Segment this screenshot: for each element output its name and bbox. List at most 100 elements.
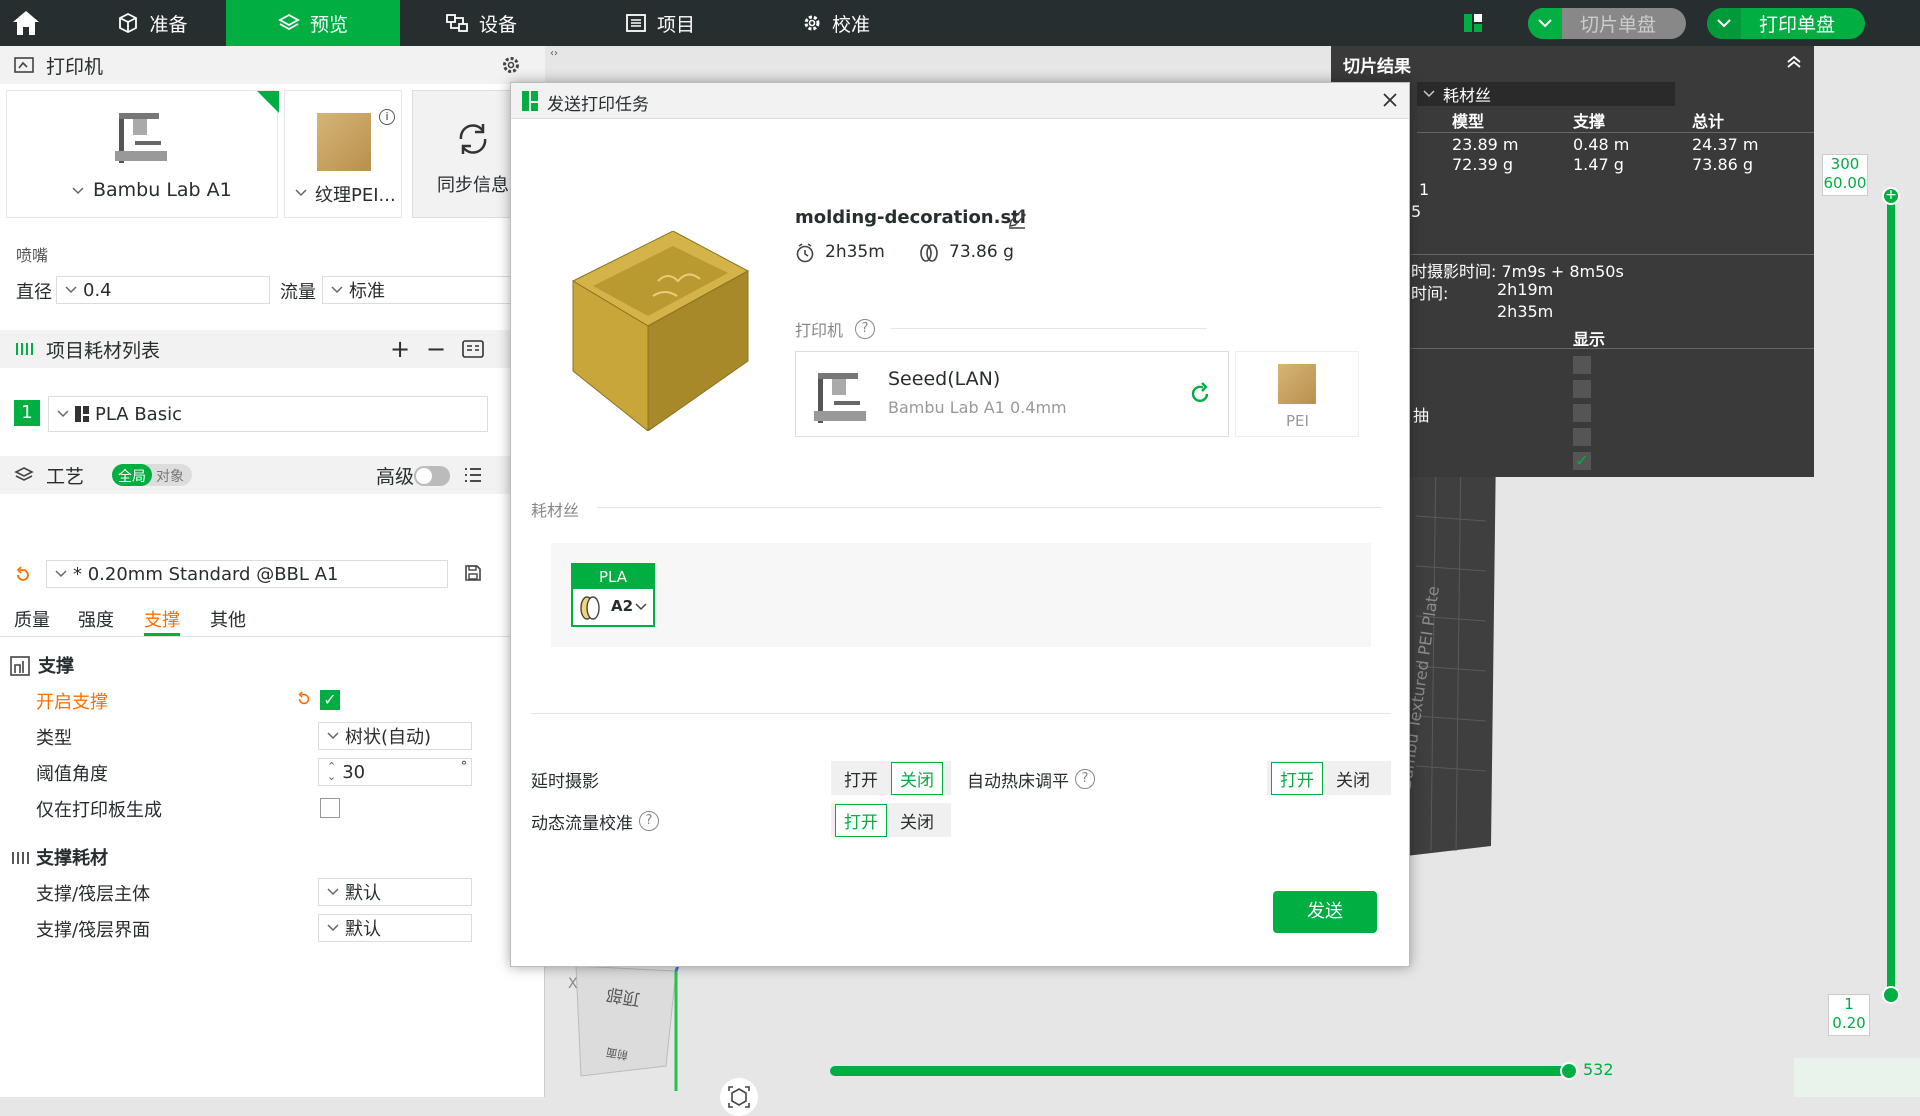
refresh-icon[interactable] bbox=[1188, 382, 1212, 406]
scope-global[interactable]: 全局 bbox=[112, 464, 152, 486]
timelapse-toggle[interactable]: 打开 关闭 bbox=[831, 761, 951, 795]
time-label: 时间: bbox=[1411, 284, 1449, 303]
only-plate-checkbox[interactable] bbox=[320, 798, 340, 818]
scope-object[interactable]: 对象 bbox=[152, 464, 188, 486]
display-checkbox-5[interactable]: ✓ bbox=[1573, 452, 1591, 470]
process-preset-combo[interactable]: * 0.20mm Standard @BBL A1 bbox=[46, 560, 448, 588]
reset-icon[interactable] bbox=[296, 691, 312, 707]
printer-header-label: 打印机 bbox=[46, 55, 104, 78]
layer-top-label: 300 60.00 bbox=[1822, 154, 1868, 196]
list-icon bbox=[626, 14, 646, 32]
plate-name: 纹理PEI... bbox=[315, 185, 396, 206]
only-plate-label: 仅在打印板生成 bbox=[36, 800, 162, 821]
bed-leveling-toggle[interactable]: 打开 关闭 bbox=[1267, 761, 1391, 795]
layer-bottom-label: 1 0.20 bbox=[1828, 994, 1870, 1036]
slice-plate-button[interactable]: 切片单盘 bbox=[1528, 8, 1686, 39]
filament-grid-icon[interactable] bbox=[462, 339, 484, 359]
layout-icon[interactable] bbox=[1463, 12, 1483, 34]
remove-filament-icon[interactable]: − bbox=[426, 335, 446, 363]
help-icon[interactable]: ? bbox=[1075, 769, 1095, 789]
tab-support[interactable]: 支撑 bbox=[144, 606, 180, 636]
extra-count-2: 5 bbox=[1411, 202, 1422, 221]
filament-combo[interactable]: PLA Basic bbox=[48, 396, 488, 432]
timelapse-on[interactable]: 打开 bbox=[835, 762, 887, 795]
slice-plate-label: 切片单盘 bbox=[1580, 14, 1657, 36]
advanced-toggle[interactable] bbox=[414, 466, 450, 486]
help-icon[interactable]: ? bbox=[855, 319, 875, 339]
collapse-sidebar-icon[interactable]: ‹› bbox=[550, 48, 562, 60]
slice-result-title: 切片结果 bbox=[1343, 57, 1411, 77]
save-icon[interactable] bbox=[464, 564, 482, 582]
display-checkbox-4[interactable] bbox=[1573, 428, 1591, 446]
bed-leveling-on[interactable]: 打开 bbox=[1271, 761, 1323, 795]
enable-support-checkbox[interactable]: ✓ bbox=[320, 690, 340, 710]
tab-calibration[interactable]: 校准 bbox=[802, 0, 922, 46]
vertical-layer-slider[interactable] bbox=[1887, 196, 1895, 998]
timelapse-off[interactable]: 关闭 bbox=[891, 761, 943, 795]
vertical-slider-top-handle[interactable]: + bbox=[1882, 187, 1900, 205]
tab-prepare[interactable]: 准备 bbox=[80, 0, 225, 46]
printer-image bbox=[115, 113, 167, 163]
tab-project-label: 项目 bbox=[657, 13, 696, 36]
horizontal-layer-slider[interactable] bbox=[830, 1066, 1566, 1076]
printer-card[interactable]: Bambu Lab A1 bbox=[6, 90, 279, 218]
model-length: 23.89 m bbox=[1452, 135, 1519, 154]
tab-others[interactable]: 其他 bbox=[210, 606, 246, 632]
tab-device[interactable]: 设备 bbox=[445, 0, 565, 46]
reset-view-icon[interactable] bbox=[720, 1078, 758, 1116]
chevron-down-icon[interactable] bbox=[1528, 8, 1562, 39]
threshold-spinbox[interactable]: ⌃ ⌄ 30 ° bbox=[318, 758, 472, 786]
process-preset-value: * 0.20mm Standard @BBL A1 bbox=[73, 563, 339, 585]
flow-value: 标准 bbox=[349, 281, 385, 302]
support-type-value: 树状(自动) bbox=[345, 727, 432, 748]
enable-support-label: 开启支撑 bbox=[36, 692, 108, 713]
col-support: 支撑 bbox=[1573, 112, 1606, 131]
diameter-combo[interactable]: 0.4 bbox=[56, 276, 270, 304]
add-filament-icon[interactable]: + bbox=[390, 335, 410, 363]
send-button[interactable]: 发送 bbox=[1273, 891, 1377, 933]
timelapse-label: 延时摄影 bbox=[531, 772, 599, 792]
support-base-combo[interactable]: 默认 bbox=[318, 878, 472, 906]
scope-toggle[interactable]: 全局 对象 bbox=[112, 464, 192, 486]
top-bar: 准备 预览 设备 项目 校准 切片单盘 打印单盘 bbox=[0, 0, 1920, 46]
gear-icon bbox=[804, 15, 820, 31]
collapse-icon[interactable] bbox=[1786, 56, 1802, 68]
edit-icon[interactable] bbox=[1007, 209, 1027, 229]
chevron-down-icon[interactable] bbox=[1707, 8, 1741, 39]
flow-combo[interactable]: 标准 bbox=[322, 276, 522, 304]
printer-name: Bambu Lab A1 bbox=[93, 179, 232, 201]
support-interface-combo[interactable]: 默认 bbox=[318, 914, 472, 942]
help-icon[interactable]: ? bbox=[639, 811, 659, 831]
tab-preview[interactable]: 预览 bbox=[226, 0, 400, 46]
display-checkbox-2[interactable] bbox=[1573, 380, 1591, 398]
tab-quality[interactable]: 质量 bbox=[14, 606, 50, 632]
tab-project[interactable]: 项目 bbox=[625, 0, 745, 46]
info-icon[interactable]: i bbox=[379, 109, 395, 125]
list-view-icon[interactable] bbox=[464, 467, 482, 483]
tab-strength[interactable]: 强度 bbox=[78, 606, 114, 632]
gear-icon[interactable] bbox=[501, 55, 521, 75]
chevron-down-icon bbox=[65, 286, 77, 294]
home-icon[interactable] bbox=[10, 8, 42, 38]
horizontal-slider-handle[interactable] bbox=[1560, 1062, 1578, 1080]
close-icon[interactable] bbox=[1379, 89, 1401, 111]
vertical-slider-bottom-handle[interactable] bbox=[1882, 986, 1900, 1004]
layer-bottom-number: 1 bbox=[1844, 995, 1854, 1013]
filament-header-label: 项目耗材列表 bbox=[46, 339, 161, 362]
display-checkbox-1[interactable] bbox=[1573, 356, 1591, 374]
plate-card[interactable]: i 纹理PEI... bbox=[284, 90, 402, 218]
printer-selector[interactable]: Seeed(LAN) Bambu Lab A1 0.4mm bbox=[795, 351, 1229, 437]
bed-leveling-off[interactable]: 关闭 bbox=[1327, 762, 1379, 795]
flow-calibration-off[interactable]: 关闭 bbox=[891, 804, 943, 837]
flow-calibration-on[interactable]: 打开 bbox=[835, 803, 887, 837]
filament-mapping-item[interactable]: PLA A2 bbox=[571, 563, 655, 627]
filament-name: PLA Basic bbox=[95, 403, 182, 425]
flow-calibration-toggle[interactable]: 打开 关闭 bbox=[831, 803, 951, 837]
display-checkbox-3[interactable] bbox=[1573, 404, 1591, 422]
spin-arrows-icon[interactable]: ⌃ ⌄ bbox=[327, 761, 336, 782]
filament-dropdown[interactable]: 耗材丝 bbox=[1417, 82, 1675, 106]
print-plate-button[interactable]: 打印单盘 bbox=[1707, 8, 1865, 39]
reset-icon[interactable] bbox=[14, 566, 32, 584]
filament-spool-icon bbox=[580, 596, 600, 620]
support-type-combo[interactable]: 树状(自动) bbox=[318, 722, 472, 750]
